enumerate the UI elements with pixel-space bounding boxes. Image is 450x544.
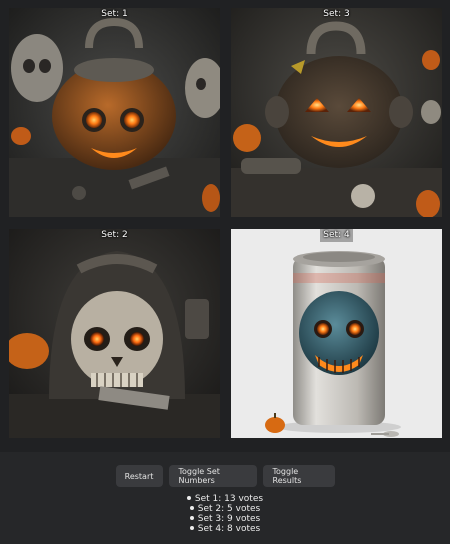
hooded-skull-image <box>9 229 220 438</box>
steampunk-pumpkin-image <box>9 8 220 217</box>
result-item: Set 4: 8 votes <box>0 524 450 534</box>
result-item: Set 3: 9 votes <box>0 514 450 524</box>
set-label: Set: 1 <box>101 9 128 19</box>
bullet-icon <box>189 525 194 530</box>
result-item: Set 1: 13 votes <box>0 494 450 504</box>
image-tile-set-1[interactable]: Set: 1 <box>9 8 220 217</box>
bullet-icon <box>189 515 194 520</box>
image-gallery: Set: 1 Set: 3 Set: 2 Set: 4 <box>0 0 450 452</box>
restart-button[interactable]: Restart <box>115 465 163 487</box>
toggle-set-numbers-button[interactable]: Toggle Set Numbers <box>168 465 257 487</box>
toggle-results-button[interactable]: Toggle Results <box>262 465 335 487</box>
skull-can-image <box>231 229 442 438</box>
bullet-icon <box>186 495 191 500</box>
result-text: Set 1: 13 votes <box>194 494 264 504</box>
result-text: Set 3: 9 votes <box>197 514 261 524</box>
result-item: Set 2: 5 votes <box>0 504 450 514</box>
set-label: Set: 4 <box>231 229 442 242</box>
voting-page: Set: 1 Set: 3 Set: 2 Set: 4 Restart Togg… <box>0 0 450 544</box>
image-tile-set-4[interactable]: Set: 4 <box>231 229 442 438</box>
set-label: Set: 2 <box>101 230 128 240</box>
vote-results-list: Set 1: 13 votes Set 2: 5 votes Set 3: 9 … <box>0 494 450 534</box>
set-label: Set: 3 <box>323 9 350 19</box>
bullet-icon <box>189 505 194 510</box>
control-bar: Restart Toggle Set Numbers Toggle Result… <box>0 465 450 487</box>
jackolantern-machine-image <box>231 8 442 217</box>
image-tile-set-2[interactable]: Set: 2 <box>9 229 220 438</box>
result-text: Set 2: 5 votes <box>197 504 261 514</box>
set-label-chip: Set: 4 <box>320 229 353 242</box>
image-tile-set-3[interactable]: Set: 3 <box>231 8 442 217</box>
result-text: Set 4: 8 votes <box>197 524 261 534</box>
